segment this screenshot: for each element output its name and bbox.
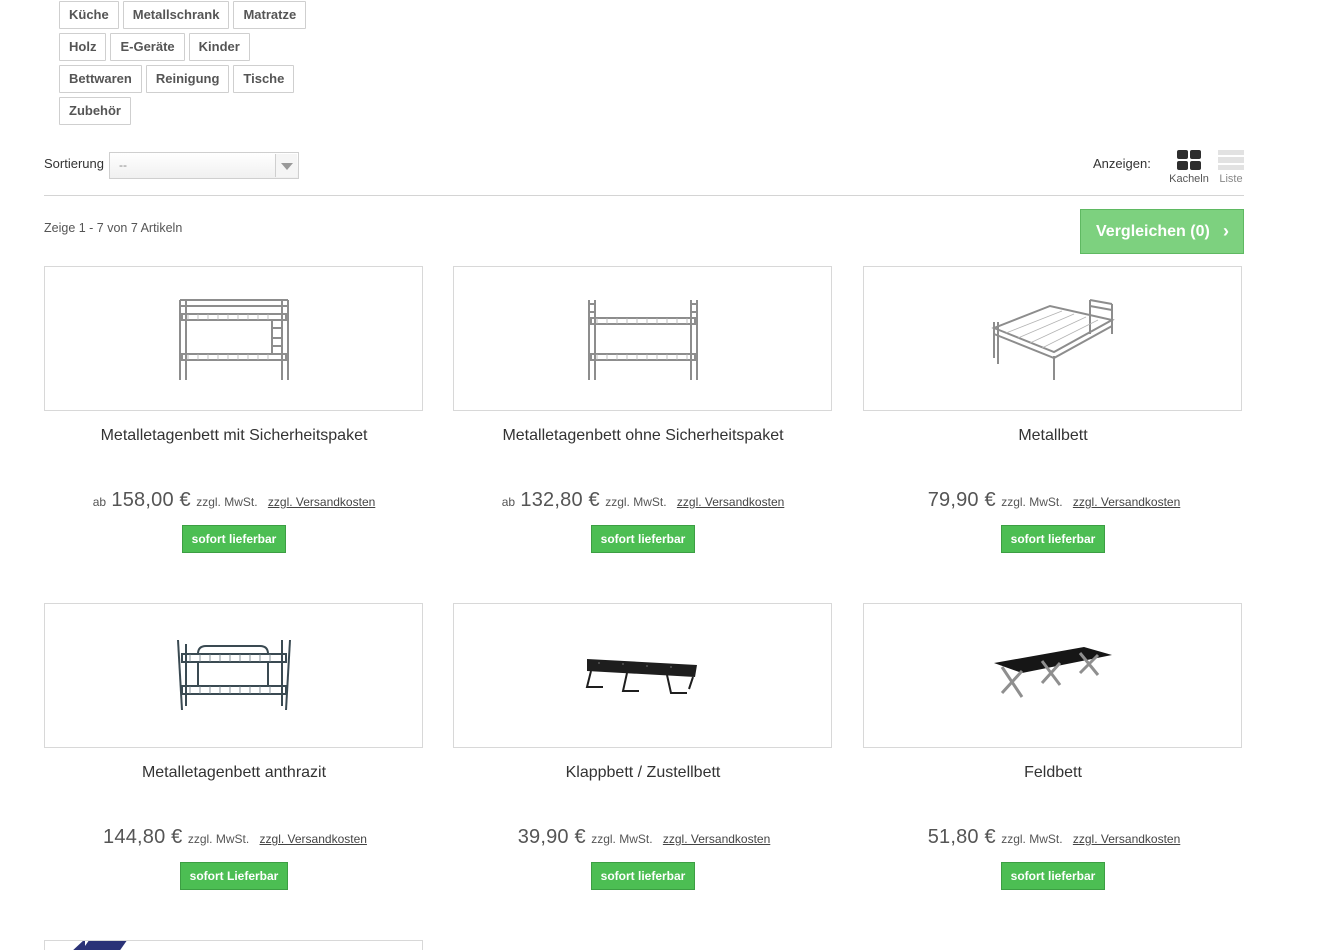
product-tile: Metallbett 79,90 € zzgl. MwSt. zzgl. Ver…	[863, 266, 1243, 553]
tax-note: zzgl. MwSt.	[1001, 495, 1063, 509]
tag-row: Bettwaren Reinigung Tische	[59, 65, 306, 93]
shipping-link[interactable]: zzgl. Versandkosten	[268, 495, 375, 509]
tag-zubehoer[interactable]: Zubehör	[59, 97, 131, 125]
availability-badge: sofort lieferbar	[1000, 525, 1106, 553]
tag-row: Zubehör	[59, 97, 306, 125]
bunk-bed-icon	[587, 299, 698, 380]
product-image[interactable]	[44, 603, 423, 748]
price-line: 51,80 € zzgl. MwSt. zzgl. Versandkosten	[863, 826, 1243, 852]
product-name[interactable]: Metalletagenbett mit Sicherheitspaket	[44, 427, 424, 447]
product-price: 144,80 €	[103, 826, 183, 848]
result-count: Zeige 1 - 7 von 7 Artikeln	[44, 221, 183, 235]
product-tile: Metalletagenbett anthrazit 144,80 € zzgl…	[44, 603, 424, 890]
category-tags: Küche Metallschrank Matratze Holz E-Gerä…	[59, 1, 307, 129]
sort-select[interactable]: --	[109, 152, 299, 179]
product-name[interactable]: Metalletagenbett anthrazit	[44, 764, 424, 784]
sort-label: Sortierung	[44, 156, 104, 171]
availability-badge: sofort lieferbar	[590, 525, 696, 553]
metal-bed-icon	[990, 298, 1115, 380]
price-line: ab 132,80 € zzgl. MwSt. zzgl. Versandkos…	[453, 489, 833, 515]
availability-badge: sofort lieferbar	[181, 525, 287, 553]
product-image[interactable]	[863, 603, 1242, 748]
tag-matratze[interactable]: Matratze	[233, 1, 307, 29]
product-image[interactable]	[453, 603, 832, 748]
tax-note: zzgl. MwSt.	[1001, 832, 1063, 846]
product-tile-partial[interactable]	[44, 940, 423, 950]
tag-bettwaren[interactable]: Bettwaren	[59, 65, 142, 93]
view-list-button[interactable]: Liste	[1216, 150, 1246, 185]
tax-note: zzgl. MwSt.	[196, 495, 258, 509]
product-tile: Metalletagenbett mit Sicherheitspaket ab…	[44, 266, 424, 553]
product-name[interactable]: Metalletagenbett ohne Sicherheitspaket	[453, 427, 833, 447]
product-tile: Metalletagenbett ohne Sicherheitspaket a…	[453, 266, 833, 553]
shipping-link[interactable]: zzgl. Versandkosten	[1073, 495, 1180, 509]
chevron-right-icon: ›	[1223, 221, 1229, 241]
price-line: 79,90 € zzgl. MwSt. zzgl. Versandkosten	[863, 489, 1243, 515]
view-label: Anzeigen:	[1093, 156, 1151, 171]
product-price: 132,80 €	[520, 489, 600, 511]
view-tiles-button[interactable]: Kacheln	[1168, 150, 1210, 185]
availability-badge: sofort lieferbar	[1000, 862, 1106, 890]
availability-badge: sofort lieferbar	[590, 862, 696, 890]
availability-badge: sofort Lieferbar	[179, 862, 289, 890]
product-image[interactable]	[863, 266, 1242, 411]
shipping-link[interactable]: zzgl. Versandkosten	[677, 495, 784, 509]
compare-button[interactable]: Vergleichen (0) ›	[1080, 209, 1244, 254]
tag-reinigung[interactable]: Reinigung	[145, 65, 230, 93]
tag-row: Küche Metallschrank Matratze	[59, 1, 307, 29]
bunk-bed-anthracite-icon	[176, 639, 291, 710]
product-name[interactable]: Klappbett / Zustellbett	[453, 764, 833, 784]
shipping-link[interactable]: zzgl. Versandkosten	[260, 832, 367, 846]
product-name[interactable]: Feldbett	[863, 764, 1243, 784]
tag-tische[interactable]: Tische	[233, 65, 295, 93]
tax-note: zzgl. MwSt.	[605, 495, 667, 509]
shipping-link[interactable]: zzgl. Versandkosten	[1073, 832, 1180, 846]
product-price: 158,00 €	[111, 489, 191, 511]
tax-note: zzgl. MwSt.	[591, 832, 653, 846]
list-view-icon	[1218, 150, 1244, 170]
tag-holz[interactable]: Holz	[59, 33, 107, 61]
tax-note: zzgl. MwSt.	[187, 832, 250, 846]
tag-kueche[interactable]: Küche	[59, 1, 119, 29]
camp-bed-icon	[993, 646, 1112, 698]
shipping-link[interactable]: zzgl. Versandkosten	[663, 832, 770, 846]
view-list-label: Liste	[1219, 173, 1243, 185]
brand-logo-icon	[80, 941, 128, 950]
product-image[interactable]	[453, 266, 832, 411]
price-line: ab 158,00 € zzgl. MwSt. zzgl. Versandkos…	[44, 489, 424, 515]
tag-metallschrank[interactable]: Metallschrank	[122, 1, 230, 29]
product-price: 51,80 €	[927, 826, 996, 848]
product-price: 39,90 €	[517, 826, 586, 848]
sort-bar: Sortierung -- Anzeigen: Kacheln Liste	[44, 150, 1244, 196]
tag-e-geraete[interactable]: E-Geräte	[110, 33, 185, 61]
price-prefix: ab	[501, 495, 516, 509]
tag-row: Holz E-Geräte Kinder	[59, 33, 306, 61]
price-prefix: ab	[92, 495, 107, 509]
price-line: 144,80 € zzgl. MwSt. zzgl. Versandkosten	[44, 826, 424, 852]
product-tile: Klappbett / Zustellbett 39,90 € zzgl. Mw…	[453, 603, 833, 890]
chevron-down-icon[interactable]	[275, 154, 297, 177]
product-tile: Feldbett 51,80 € zzgl. MwSt. zzgl. Versa…	[863, 603, 1243, 890]
product-image[interactable]	[44, 266, 423, 411]
product-price: 79,90 €	[927, 489, 996, 511]
price-line: 39,90 € zzgl. MwSt. zzgl. Versandkosten	[453, 826, 833, 852]
product-name[interactable]: Metallbett	[863, 427, 1243, 447]
sort-selected-value: --	[119, 158, 127, 172]
bunk-bed-with-ladder-icon	[178, 298, 289, 380]
tag-kinder[interactable]: Kinder	[188, 33, 250, 61]
folding-bed-icon	[585, 658, 697, 694]
view-tiles-label: Kacheln	[1169, 173, 1209, 185]
compare-label: Vergleichen (0)	[1096, 223, 1210, 240]
grid-view-icon	[1177, 150, 1201, 170]
